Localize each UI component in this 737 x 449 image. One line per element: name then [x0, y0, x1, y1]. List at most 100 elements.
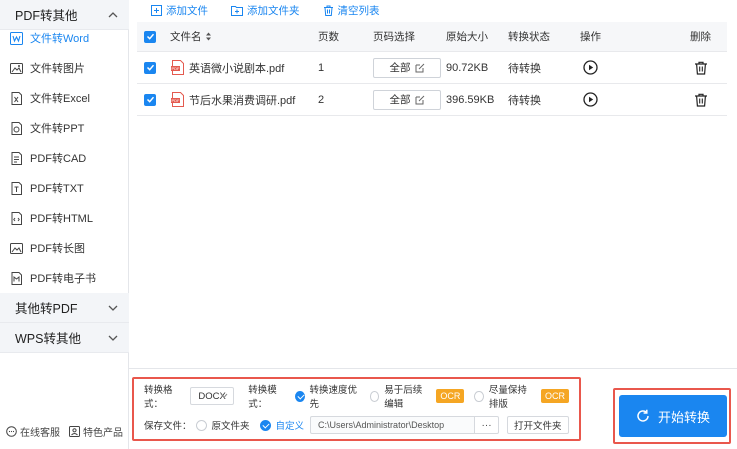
- header-original-size: 原始大小: [446, 31, 488, 43]
- select-all-checkbox[interactable]: [144, 22, 156, 51]
- sidebar: PDF转其他 文件转Word 文件转图片 文件转Excel 文件转PPT PDF…: [0, 0, 129, 449]
- start-convert-label: 开始转换: [657, 409, 710, 425]
- header-filename[interactable]: 文件名: [170, 22, 212, 51]
- mode-option-layout[interactable]: 尽量保持排版 OCR: [474, 382, 569, 410]
- row-pages: 1: [318, 61, 325, 74]
- sidebar-item-pdf-to-ebook[interactable]: PDF转电子书: [0, 263, 129, 293]
- chevron-down-icon: [108, 305, 118, 311]
- row-pages: 2: [318, 93, 325, 106]
- sidebar-item-file-to-image[interactable]: 文件转图片: [0, 53, 129, 83]
- radio-icon: [369, 390, 380, 402]
- save-label: 保存文件：: [144, 421, 192, 432]
- sidebar-item-label: PDF转长图: [30, 243, 85, 255]
- row-checkbox[interactable]: [144, 84, 156, 115]
- sidebar-item-label: PDF转电子书: [30, 273, 96, 285]
- featured-products-link[interactable]: 特色产品: [69, 424, 123, 439]
- row-page-select: 全部: [373, 52, 441, 83]
- ebook-icon: [9, 271, 23, 285]
- page-select-label: 全部: [389, 62, 411, 74]
- sidebar-item-label: 文件转图片: [30, 63, 85, 75]
- edit-icon: [415, 95, 424, 104]
- ocr-badge: OCR: [541, 389, 569, 403]
- play-icon: [583, 60, 598, 75]
- pdf-file-icon: PDF: [171, 92, 184, 107]
- sidebar-item-label: PDF转TXT: [30, 183, 84, 195]
- clear-list-label: 清空列表: [337, 4, 380, 17]
- sidebar-item-label: PDF转CAD: [30, 153, 87, 165]
- add-file-label: 添加文件: [166, 4, 208, 17]
- sort-icon: [205, 32, 211, 41]
- ocr-badge: OCR: [436, 389, 465, 403]
- save-option-label: 自定义: [275, 421, 305, 432]
- delete-button[interactable]: [694, 84, 708, 115]
- add-file-button[interactable]: 添加文件: [151, 3, 208, 18]
- ppt-icon: [9, 121, 23, 135]
- online-service-label: 在线客服: [20, 428, 60, 439]
- format-label: 转换格式：: [144, 385, 173, 410]
- txt-icon: [9, 181, 23, 195]
- header-delete: 删除: [690, 31, 711, 43]
- table-row: PDF 节后水果消费调研.pdf 2 全部 396.59KB 待转换: [137, 84, 727, 116]
- chevron-down-icon: [108, 335, 118, 341]
- browse-button[interactable]: ···: [475, 416, 500, 434]
- sidebar-footer: 在线客服 特色产品: [0, 424, 129, 439]
- svg-text:PDF: PDF: [172, 98, 181, 103]
- filename-text: 英语微小说剧本.pdf: [189, 62, 285, 75]
- play-icon: [583, 92, 598, 107]
- clear-list-button[interactable]: 清空列表: [323, 3, 380, 18]
- save-option-custom[interactable]: 自定义: [259, 418, 305, 432]
- page-select-button[interactable]: 全部: [373, 57, 441, 78]
- radio-icon: [474, 390, 484, 402]
- sidebar-group-wps-to-other[interactable]: WPS转其他: [0, 323, 129, 353]
- trash-icon: [695, 61, 707, 75]
- sidebar-item-pdf-to-html[interactable]: PDF转HTML: [0, 203, 129, 233]
- chat-icon: [6, 426, 17, 437]
- row-filename: PDF 英语微小说剧本.pdf: [171, 52, 284, 83]
- start-convert-button[interactable]: 开始转换: [619, 395, 727, 437]
- refresh-icon: [637, 409, 649, 422]
- sidebar-item-file-to-excel[interactable]: 文件转Excel: [0, 83, 129, 113]
- format-mode-row: 转换格式： DOCX 转换模式： 转换速度优先 易于后续编辑 OCR 尽量保持排…: [144, 382, 579, 410]
- svg-text:PDF: PDF: [172, 66, 181, 71]
- page-select-label: 全部: [389, 94, 411, 106]
- format-select[interactable]: DOCX: [190, 387, 235, 405]
- page-select-button[interactable]: 全部: [373, 89, 441, 110]
- mode-option-speed[interactable]: 转换速度优先: [294, 382, 360, 410]
- header-pages: 页数: [318, 31, 339, 43]
- settings-panel: 转换格式： DOCX 转换模式： 转换速度优先 易于后续编辑 OCR 尽量保持排…: [129, 368, 737, 449]
- online-service-link[interactable]: 在线客服: [6, 424, 60, 439]
- sidebar-group-label: PDF转其他: [15, 9, 78, 23]
- filename-text: 节后水果消费调研.pdf: [189, 94, 296, 107]
- conversion-options-box: 转换格式： DOCX 转换模式： 转换速度优先 易于后续编辑 OCR 尽量保持排…: [132, 377, 581, 441]
- row-status: 待转换: [508, 94, 541, 107]
- delete-button[interactable]: [694, 52, 708, 83]
- open-folder-button[interactable]: 打开文件夹: [507, 416, 569, 434]
- save-option-original[interactable]: 原文件夹: [195, 418, 250, 432]
- edit-icon: [415, 63, 424, 72]
- mode-option-editable[interactable]: 易于后续编辑 OCR: [369, 382, 465, 410]
- trash-icon: [323, 5, 333, 16]
- play-button[interactable]: [583, 84, 598, 115]
- save-option-label: 原文件夹: [211, 421, 250, 432]
- sidebar-item-file-to-word[interactable]: 文件转Word: [0, 23, 129, 53]
- featured-products-label: 特色产品: [83, 428, 123, 439]
- image-icon: [9, 61, 23, 75]
- table-header: 文件名 页数 页码选择 原始大小 转换状态 操作 删除: [137, 22, 727, 52]
- sidebar-group-other-to-pdf[interactable]: 其他转PDF: [0, 293, 129, 323]
- sidebar-item-pdf-to-cad[interactable]: PDF转CAD: [0, 143, 129, 173]
- word-icon: [9, 31, 23, 45]
- sidebar-item-file-to-ppt[interactable]: 文件转PPT: [0, 113, 129, 143]
- mode-label: 转换模式：: [248, 385, 277, 410]
- sidebar-item-label: PDF转HTML: [30, 213, 93, 225]
- save-path-input[interactable]: C:\Users\Administrator\Desktop: [310, 416, 476, 434]
- play-button[interactable]: [583, 52, 598, 83]
- radio-checked-icon: [259, 419, 271, 431]
- row-filename: PDF 节后水果消费调研.pdf: [171, 84, 295, 115]
- row-checkbox[interactable]: [144, 52, 156, 83]
- sidebar-group-label: 其他转PDF: [15, 302, 78, 316]
- sidebar-item-pdf-to-txt[interactable]: PDF转TXT: [0, 173, 129, 203]
- add-folder-button[interactable]: 添加文件夹: [231, 3, 300, 18]
- sidebar-item-pdf-to-long-image[interactable]: PDF转长图: [0, 233, 129, 263]
- chevron-down-icon: [220, 393, 228, 399]
- radio-checked-icon: [294, 390, 305, 402]
